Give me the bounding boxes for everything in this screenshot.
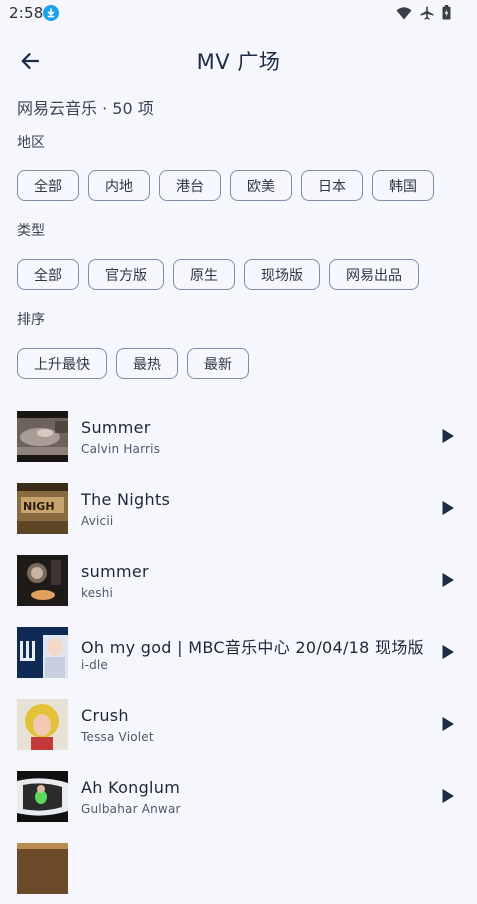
mv-thumbnail <box>17 627 68 678</box>
type-chip-all[interactable]: 全部 <box>17 259 79 290</box>
region-chip-hk-tw[interactable]: 港台 <box>159 170 221 201</box>
page-title: MV 广场 <box>196 50 281 74</box>
region-chip-korea[interactable]: 韩国 <box>372 170 434 201</box>
wifi-icon <box>396 5 412 24</box>
order-chip-newest[interactable]: 最新 <box>187 348 249 379</box>
svg-text:NIGH: NIGH <box>23 500 55 513</box>
play-icon[interactable] <box>441 716 455 732</box>
play-icon[interactable] <box>441 644 455 660</box>
order-chip-hottest[interactable]: 最热 <box>116 348 178 379</box>
mv-artist: keshi <box>81 586 114 600</box>
order-filter-label: 排序 <box>17 312 45 328</box>
mv-title: summer <box>81 562 149 581</box>
region-chip-all[interactable]: 全部 <box>17 170 79 201</box>
mv-title: Oh my god | MBC音乐中心 20/04/18 现场版 <box>81 638 424 657</box>
mv-title: Crush <box>81 706 129 725</box>
mv-artist: Gulbahar Anwar <box>81 802 181 816</box>
type-chip-live[interactable]: 现场版 <box>244 259 320 290</box>
status-time: 2:58 <box>9 4 44 22</box>
region-chip-western[interactable]: 欧美 <box>230 170 292 201</box>
top-app-bar: MV 广场 <box>0 40 477 80</box>
download-icon <box>43 5 59 21</box>
mv-list-item[interactable]: NIGH The Nights Avicii <box>0 472 477 544</box>
mv-thumbnail <box>17 843 68 894</box>
region-filter-label: 地区 <box>17 135 45 151</box>
mv-list-item[interactable]: Ah Konglum Gulbahar Anwar <box>0 760 477 832</box>
type-chip-original[interactable]: 原生 <box>173 259 235 290</box>
mv-title: Summer <box>81 418 151 437</box>
mv-list-item[interactable]: summer keshi <box>0 544 477 616</box>
order-chip-rising[interactable]: 上升最快 <box>17 348 107 379</box>
mv-list-item[interactable]: Summer Calvin Harris <box>0 400 477 472</box>
mv-thumbnail: NIGH <box>17 483 68 534</box>
mv-artist: Tessa Violet <box>81 730 154 744</box>
play-icon[interactable] <box>441 572 455 588</box>
mv-artist: Calvin Harris <box>81 442 161 456</box>
mv-thumbnail <box>17 411 68 462</box>
play-icon[interactable] <box>441 428 455 444</box>
mv-title: The Nights <box>81 490 171 509</box>
mv-thumbnail <box>17 771 68 822</box>
mv-list-item[interactable]: Crush Tessa Violet <box>0 688 477 760</box>
type-chip-netease[interactable]: 网易出品 <box>329 259 419 290</box>
region-chip-japan[interactable]: 日本 <box>301 170 363 201</box>
mv-artist: Avicii <box>81 514 114 528</box>
source-summary: 网易云音乐 · 50 项 <box>17 99 154 118</box>
mv-artist: i-dle <box>81 658 108 672</box>
play-icon[interactable] <box>441 788 455 804</box>
battery-icon <box>442 5 451 24</box>
play-icon[interactable] <box>441 500 455 516</box>
region-filter-chips: 全部 内地 港台 欧美 日本 韩国 <box>17 170 434 201</box>
airplane-icon <box>420 5 434 24</box>
mv-list-item[interactable] <box>0 832 477 904</box>
mv-thumbnail <box>17 555 68 606</box>
order-filter-chips: 上升最快 最热 最新 <box>17 348 249 379</box>
status-bar: 2:58 <box>0 0 477 28</box>
mv-title: Ah Konglum <box>81 778 181 797</box>
mv-thumbnail <box>17 699 68 750</box>
type-chip-official[interactable]: 官方版 <box>88 259 164 290</box>
type-filter-chips: 全部 官方版 原生 现场版 网易出品 <box>17 259 419 290</box>
region-chip-mainland[interactable]: 内地 <box>88 170 150 201</box>
mv-list-item[interactable]: Oh my god | MBC音乐中心 20/04/18 现场版 i-dle <box>0 616 477 688</box>
type-filter-label: 类型 <box>17 223 45 239</box>
